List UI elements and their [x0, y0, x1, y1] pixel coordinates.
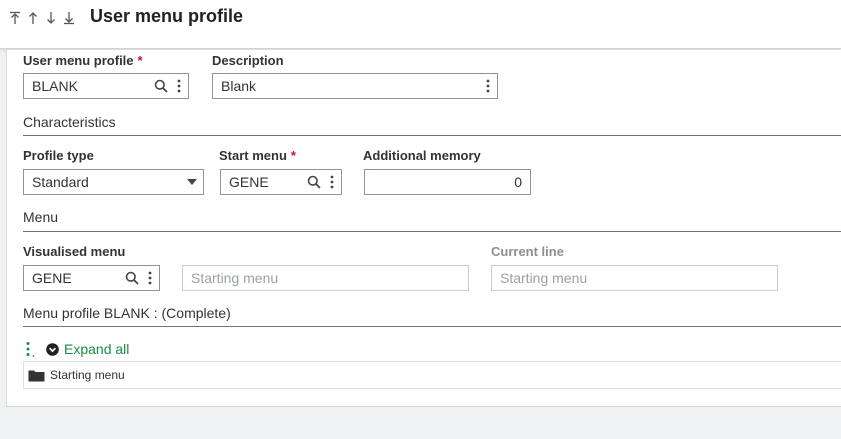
- chevron-down-circle-icon: [46, 342, 59, 356]
- section-divider: [23, 231, 841, 232]
- page-title: User menu profile: [90, 6, 244, 26]
- search-icon[interactable]: [123, 266, 141, 290]
- search-icon[interactable]: [305, 170, 323, 194]
- folder-icon: [28, 369, 45, 382]
- visualised-menu-field[interactable]: GENE: [23, 265, 160, 291]
- start-menu-value: GENE: [229, 174, 269, 190]
- expand-all-button[interactable]: Expand all: [46, 341, 129, 357]
- user-menu-profile-field[interactable]: BLANK: [23, 73, 189, 99]
- user-menu-profile-value: BLANK: [32, 78, 78, 94]
- description-field[interactable]: Blank: [212, 73, 498, 99]
- tree-node-label: Starting menu: [50, 368, 125, 382]
- user-menu-profile-label: User menu profile *: [23, 53, 143, 68]
- visualised-menu-description-value: Starting menu: [191, 270, 279, 286]
- tree-toolbar: Expand all: [23, 337, 129, 361]
- more-actions-icon[interactable]: [141, 266, 159, 290]
- page-header: User menu profile: [0, 0, 841, 49]
- current-line-field: Starting menu: [491, 265, 778, 291]
- more-actions-icon[interactable]: [23, 337, 37, 361]
- form-panel: User menu profile * BLANK Description Bla…: [6, 50, 841, 407]
- record-navigation: [8, 10, 76, 26]
- profile-type-select[interactable]: Standard: [23, 169, 204, 195]
- profile-type-label: Profile type: [23, 148, 94, 163]
- section-divider: [23, 135, 841, 136]
- description-label: Description: [212, 53, 284, 68]
- tree-node[interactable]: Starting menu: [28, 368, 125, 382]
- menu-section-title: Menu: [23, 209, 59, 225]
- additional-memory-label: Additional memory: [363, 148, 481, 163]
- chevron-down-icon[interactable]: [181, 170, 203, 194]
- visualised-menu-label: Visualised menu: [23, 244, 126, 259]
- more-actions-icon[interactable]: [323, 170, 341, 194]
- start-menu-field[interactable]: GENE: [220, 169, 342, 195]
- characteristics-section-title: Characteristics: [23, 114, 116, 130]
- arrow-up-icon[interactable]: [26, 10, 40, 26]
- expand-all-label: Expand all: [64, 341, 130, 357]
- profile-type-value: Standard: [32, 174, 89, 190]
- current-line-value: Starting menu: [500, 270, 588, 286]
- arrow-first-icon[interactable]: [8, 10, 22, 26]
- additional-memory-field[interactable]: 0: [364, 169, 531, 195]
- arrow-last-icon[interactable]: [62, 10, 76, 26]
- description-value: Blank: [221, 78, 257, 94]
- start-menu-label: Start menu *: [219, 148, 296, 163]
- user-menu-profile-label-text: User menu profile: [23, 53, 134, 68]
- required-marker: *: [137, 53, 143, 68]
- more-actions-icon[interactable]: [170, 74, 188, 98]
- required-marker: *: [290, 148, 296, 163]
- more-actions-icon[interactable]: [479, 74, 497, 98]
- visualised-menu-description: Starting menu: [182, 265, 469, 291]
- search-icon[interactable]: [152, 74, 170, 98]
- menu-tree: Starting menu: [23, 361, 841, 389]
- arrow-down-icon[interactable]: [44, 10, 58, 26]
- additional-memory-value: 0: [514, 174, 522, 190]
- section-divider: [23, 326, 841, 327]
- visualised-menu-value: GENE: [32, 270, 72, 286]
- menu-profile-section-title: Menu profile BLANK : (Complete): [23, 305, 231, 321]
- current-line-label: Current line: [491, 244, 564, 259]
- start-menu-label-text: Start menu: [219, 148, 287, 163]
